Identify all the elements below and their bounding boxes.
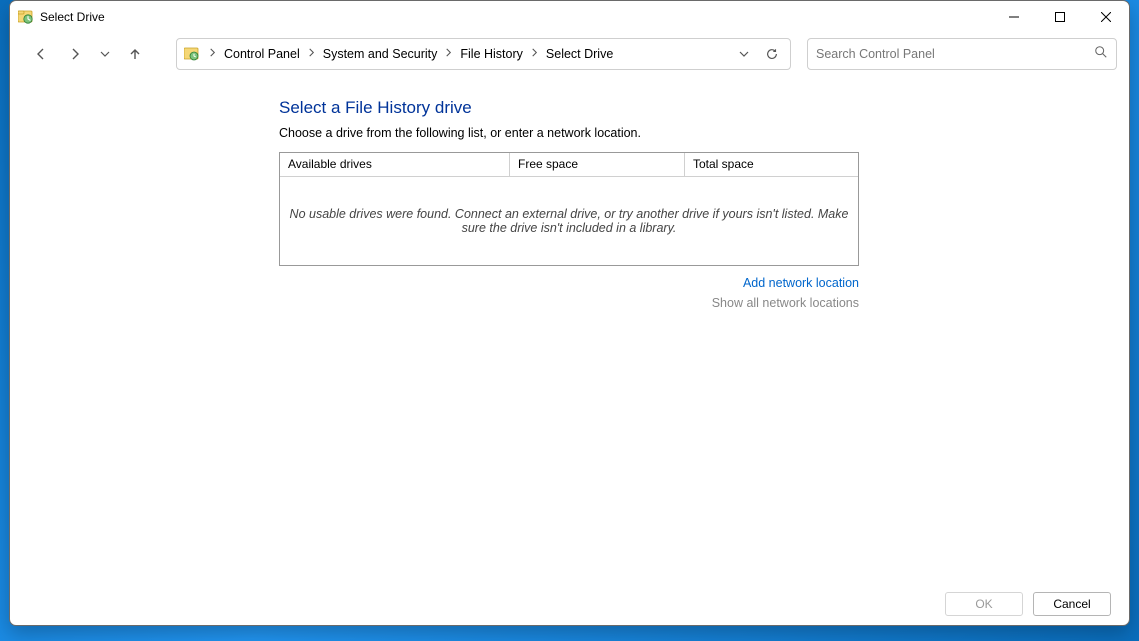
chevron-right-icon[interactable] (304, 48, 319, 60)
nav-row: Control Panel System and Security File H… (10, 32, 1129, 76)
link-group: Add network location Show all network lo… (279, 276, 859, 310)
breadcrumb-file-history[interactable]: File History (456, 39, 527, 69)
breadcrumb-control-panel[interactable]: Control Panel (220, 39, 304, 69)
search-icon[interactable] (1094, 45, 1108, 64)
col-available-drives[interactable]: Available drives (280, 153, 510, 177)
address-history-button[interactable] (730, 40, 758, 68)
breadcrumb-system-security[interactable]: System and Security (319, 39, 442, 69)
window-title: Select Drive (40, 10, 105, 24)
minimize-button[interactable] (991, 1, 1037, 32)
chevron-right-icon[interactable] (205, 48, 220, 60)
window: Select Drive (9, 0, 1130, 626)
chevron-right-icon[interactable] (441, 48, 456, 60)
maximize-button[interactable] (1037, 1, 1083, 32)
drive-table: Available drives Free space Total space … (279, 152, 859, 266)
button-bar: OK Cancel (10, 583, 1129, 625)
cancel-button[interactable]: Cancel (1033, 592, 1111, 616)
up-button[interactable] (124, 43, 146, 65)
search-box[interactable] (807, 38, 1117, 70)
back-button[interactable] (30, 43, 52, 65)
page-heading: Select a File History drive (279, 98, 1109, 118)
breadcrumb-select-drive[interactable]: Select Drive (542, 39, 617, 69)
refresh-button[interactable] (758, 40, 786, 68)
ok-button: OK (945, 592, 1023, 616)
address-bar[interactable]: Control Panel System and Security File H… (176, 38, 791, 70)
app-icon (18, 9, 34, 25)
recent-locations-button[interactable] (98, 43, 112, 65)
add-network-location-link[interactable]: Add network location (279, 276, 859, 290)
close-button[interactable] (1083, 1, 1129, 32)
col-free-space[interactable]: Free space (510, 153, 685, 177)
empty-drives-message: No usable drives were found. Connect an … (280, 177, 858, 265)
page-subtext: Choose a drive from the following list, … (279, 126, 1109, 140)
table-header-row: Available drives Free space Total space (280, 153, 858, 177)
folder-icon (183, 45, 201, 63)
show-all-network-locations-link[interactable]: Show all network locations (279, 296, 859, 310)
col-total-space[interactable]: Total space (685, 153, 858, 177)
chevron-right-icon[interactable] (527, 48, 542, 60)
forward-button[interactable] (64, 43, 86, 65)
content-area: Select a File History drive Choose a dri… (10, 76, 1129, 583)
titlebar: Select Drive (10, 1, 1129, 32)
search-input[interactable] (816, 47, 1094, 61)
